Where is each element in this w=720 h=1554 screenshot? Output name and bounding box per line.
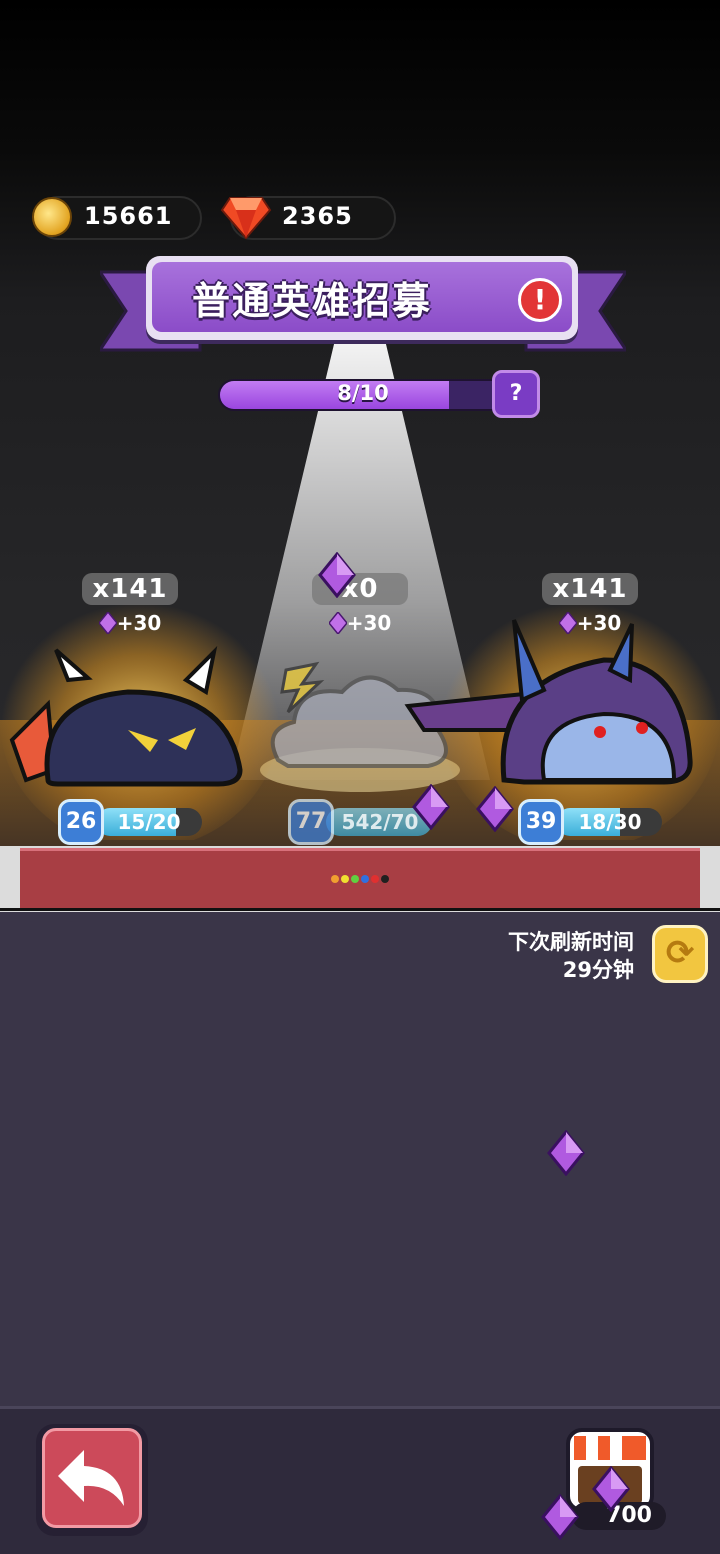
help-button[interactable]: ?: [492, 370, 540, 418]
page-dot: [331, 875, 339, 883]
hero-shards: 18/30: [578, 810, 642, 834]
purple-gem-icon: [412, 784, 450, 830]
purple-gem-icon: [318, 552, 356, 598]
recruit-progress-text: 8/10: [337, 381, 389, 405]
purple-gem-icon: [547, 1130, 585, 1176]
purple-gem-icon: [327, 610, 348, 636]
purple-gem-icon: [541, 1494, 579, 1540]
horned-demon-slime-icon[interactable]: [8, 640, 248, 790]
page-dot: [381, 875, 389, 883]
hero-bonus: +30: [312, 610, 408, 636]
hero-bonus-value: +30: [116, 611, 162, 635]
gold-coin-icon: [32, 197, 72, 237]
hero-level-badge: 77: [288, 799, 334, 845]
exclamation-icon[interactable]: !: [518, 278, 562, 322]
hero-count: x141: [542, 573, 638, 605]
hero-bonus-value: +30: [346, 611, 392, 635]
refresh-timer: 下次刷新时间 29分钟: [508, 928, 634, 984]
refresh-label: 下次刷新时间: [508, 930, 634, 954]
stage-divider: [0, 908, 720, 911]
refresh-time: 29分钟: [562, 958, 634, 982]
gem-value: 2365: [282, 202, 353, 230]
red-gem-icon: [220, 197, 272, 240]
page-dot: [361, 875, 369, 883]
gold-value: 15661: [84, 202, 173, 230]
page-dot: [351, 875, 359, 883]
refresh-icon[interactable]: ⟳: [652, 925, 708, 983]
page-dot: [341, 875, 349, 883]
hero-level-badge: 39: [518, 799, 564, 845]
hero-shards: 15/20: [117, 810, 181, 834]
purple-gem-icon: [476, 786, 514, 832]
back-arrow-icon[interactable]: [54, 1446, 130, 1510]
page-dot: [371, 875, 379, 883]
hero-bonus: +30: [82, 610, 178, 636]
hooded-assassin-slime-icon[interactable]: [404, 610, 696, 790]
hero-level-badge: 26: [58, 799, 104, 845]
banner-title: 普通英雄招募: [191, 279, 432, 323]
purple-gem-icon: [97, 610, 118, 636]
hero-count: x141: [82, 573, 178, 605]
page-indicator-dots: [300, 874, 420, 883]
purple-gem-icon: [592, 1466, 630, 1512]
